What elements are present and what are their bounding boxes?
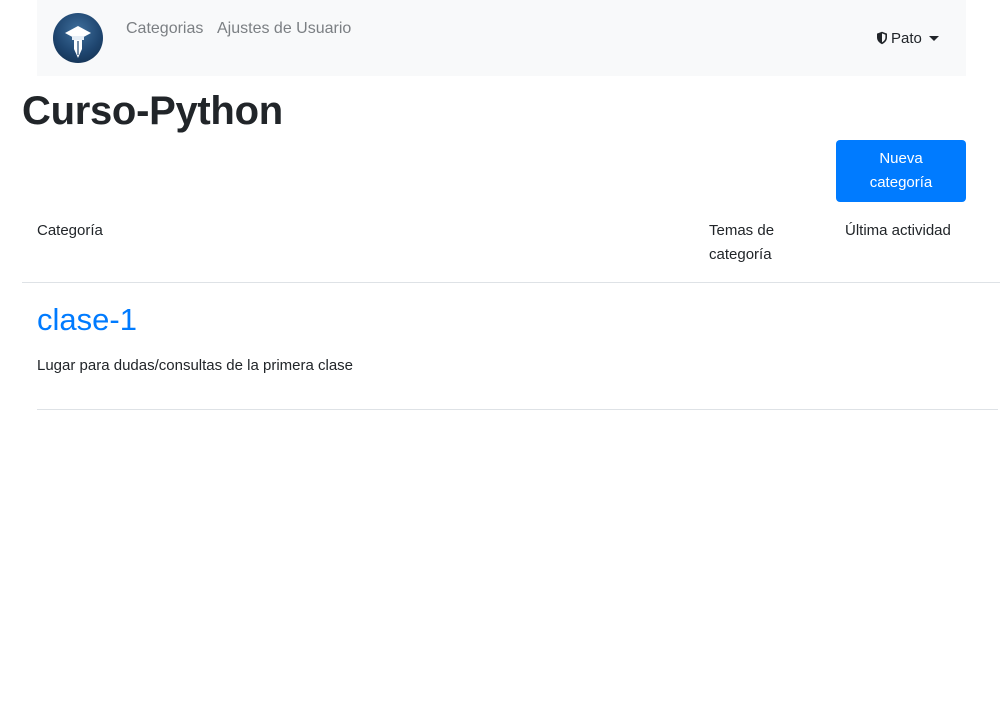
category-description: Lugar para dudas/consultas de la primera…: [37, 357, 354, 374]
user-menu-dropdown[interactable]: Pato: [876, 28, 939, 48]
column-header-category: Categoría: [37, 222, 103, 239]
user-name: Pato: [891, 29, 922, 47]
column-header-topics: Temas de categoría: [709, 222, 775, 263]
caret-down-icon: [928, 35, 939, 41]
column-header-last-activity: Última actividad: [845, 222, 951, 239]
new-category-button[interactable]: Nueva categoría: [836, 140, 966, 202]
page-title: Curso-Python: [22, 89, 283, 133]
site-logo-icon[interactable]: [53, 13, 103, 63]
nav-link-ajustes-usuario[interactable]: Ajustes de Usuario: [217, 19, 351, 39]
table-row-divider: [37, 409, 998, 410]
top-navbar: Categorias Ajustes de Usuario Pato: [37, 0, 966, 76]
graduation-pen-logo-icon: [65, 26, 91, 58]
nav-link-categorias[interactable]: Categorias: [126, 19, 203, 39]
shield-icon: [877, 31, 887, 45]
category-link[interactable]: clase-1: [37, 298, 137, 342]
table-header-divider: [22, 282, 1000, 283]
